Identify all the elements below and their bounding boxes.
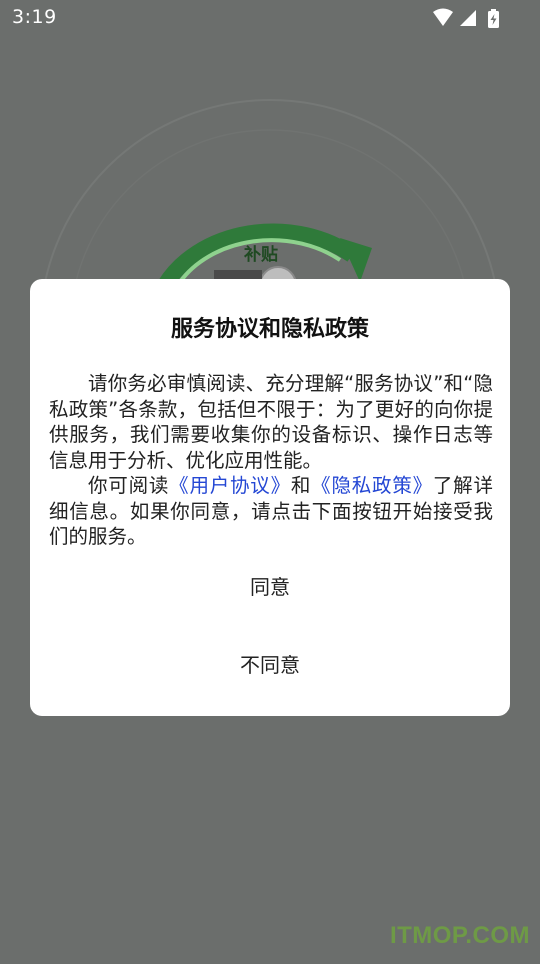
links-paragraph: 你可阅读《用户协议》和《隐私政策》了解详细信息。如果你同意，请点击下面按钮开始接…: [49, 473, 493, 550]
privacy-dialog: 服务协议和隐私政策 请你务必审慎阅读、充分理解“服务协议”和“隐私政策”各条款，…: [30, 279, 510, 716]
status-icons: [432, 8, 502, 28]
terms-paragraph: 请你务必审慎阅读、充分理解“服务协议”和“隐私政策”各条款，包括但不限于：为了更…: [49, 372, 493, 472]
disagree-button[interactable]: 不同意: [30, 640, 510, 690]
and-text: 和: [290, 474, 312, 497]
privacy-policy-link[interactable]: 《隐私政策》: [311, 474, 433, 497]
wifi-icon: [433, 8, 453, 26]
agree-button[interactable]: 同意: [30, 562, 510, 612]
user-agreement-link[interactable]: 《用户协议》: [169, 474, 291, 497]
battery-charging-icon: [488, 9, 499, 28]
dialog-body: 请你务必审慎阅读、充分理解“服务协议”和“隐私政策”各条款，包括但不限于：为了更…: [49, 371, 493, 550]
cellular-signal-icon: [460, 10, 476, 26]
read-prefix: 你可阅读: [88, 474, 170, 497]
dialog-title: 服务协议和隐私政策: [170, 317, 369, 342]
status-time: 3:19: [12, 6, 57, 28]
subsidy-label: 补贴: [244, 245, 278, 265]
status-bar: 3:19: [0, 0, 540, 38]
watermark: ITMOP.COM: [389, 922, 530, 949]
